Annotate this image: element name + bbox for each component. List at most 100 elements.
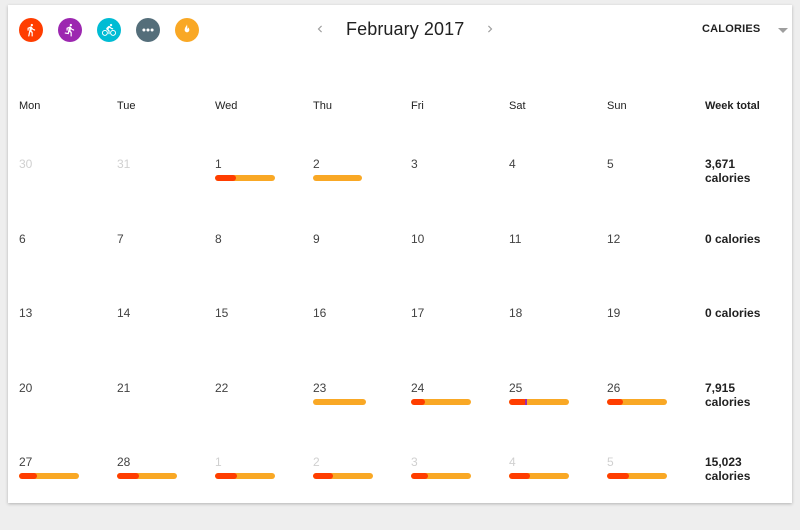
day-cell[interactable]: 16: [313, 306, 411, 381]
day-cell[interactable]: 5: [607, 455, 705, 530]
weekday-header-row: Mon Tue Wed Thu Fri Sat Sun Week total: [19, 100, 789, 120]
day-cell[interactable]: 21: [117, 381, 215, 456]
activity-bar: [19, 473, 79, 479]
day-number: 11: [509, 231, 522, 246]
next-month-button[interactable]: [478, 17, 502, 41]
day-cell[interactable]: 18: [509, 306, 607, 381]
walking-filter-button[interactable]: [19, 18, 43, 42]
day-cell[interactable]: 20: [19, 381, 117, 456]
calendar-grid: Mon Tue Wed Thu Fri Sat Sun Week total 3…: [19, 100, 789, 530]
weekday-header: Tue: [117, 100, 136, 112]
day-cell[interactable]: 30: [19, 157, 117, 232]
week-total: 15,023 calories: [705, 455, 751, 483]
day-cell[interactable]: 2: [313, 455, 411, 530]
month-navigation: February 2017: [308, 17, 502, 41]
day-cell[interactable]: 1: [215, 455, 313, 530]
walking-segment: [215, 175, 236, 181]
week-total: 7,915 calories: [705, 380, 751, 409]
day-cell[interactable]: 26: [607, 381, 705, 456]
day-cell[interactable]: 28: [117, 455, 215, 530]
day-number: 20: [19, 380, 33, 395]
day-cell[interactable]: 5: [607, 157, 705, 232]
day-cell[interactable]: 8: [215, 232, 313, 307]
other-activity-filter-button[interactable]: [136, 18, 160, 42]
day-cell[interactable]: 15: [215, 306, 313, 381]
flame-icon: [184, 24, 190, 33]
day-cell[interactable]: 9: [313, 232, 411, 307]
walking-segment: [607, 398, 623, 405]
day-number: 1: [215, 157, 222, 171]
day-number: 18: [509, 306, 523, 320]
day-number: 26: [607, 380, 621, 395]
walking-segment: [19, 473, 37, 479]
day-number: 28: [117, 455, 131, 469]
activity-bar: [215, 175, 275, 181]
walking-segment: [411, 398, 425, 405]
day-number: 10: [411, 231, 425, 246]
day-cell[interactable]: 6: [19, 232, 117, 307]
day-cell[interactable]: 27: [19, 455, 117, 530]
week-row: 6 7 8 9 10 11 12 0 calories: [19, 232, 789, 307]
weekday-header: Sat: [509, 100, 526, 112]
weekday-header: Sun: [607, 100, 627, 112]
day-cell[interactable]: 4: [509, 157, 607, 232]
day-cell[interactable]: 7: [117, 232, 215, 307]
day-cell[interactable]: 4: [509, 455, 607, 530]
day-cell[interactable]: 1: [215, 157, 313, 232]
walking-icon: [27, 23, 36, 37]
day-number: 14: [117, 306, 131, 320]
day-cell[interactable]: 10: [411, 232, 509, 307]
day-cell[interactable]: 11: [509, 232, 607, 307]
day-number: 2: [313, 455, 320, 469]
day-number: 3: [411, 455, 418, 469]
running-segment: [525, 398, 527, 405]
activity-bar: [117, 473, 177, 479]
month-title: February 2017: [346, 18, 465, 39]
week-total: 0 calories: [705, 306, 761, 320]
day-cell[interactable]: 25: [509, 381, 607, 456]
day-number: 3: [411, 157, 418, 171]
running-filter-button[interactable]: [58, 18, 82, 42]
walking-segment: [607, 473, 629, 479]
week-row: 13 14 15 16 17 18 19 0 calories: [19, 306, 789, 381]
weekday-header: Thu: [313, 100, 332, 112]
day-number: 12: [607, 231, 621, 246]
previous-month-button[interactable]: [308, 17, 332, 41]
day-cell[interactable]: 17: [411, 306, 509, 381]
activity-bar: [313, 398, 366, 405]
walking-segment: [313, 473, 333, 479]
activity-filter-bar: [19, 18, 199, 42]
more-icon: [142, 28, 154, 32]
day-cell[interactable]: 19: [607, 306, 705, 381]
day-cell[interactable]: 14: [117, 306, 215, 381]
week-row: 20 21 22 23 24 25 26 7,915 calories: [19, 381, 789, 456]
calendar-card: February 2017 CALORIES Mon Tue Wed Thu F…: [8, 5, 792, 503]
biking-filter-button[interactable]: [97, 18, 121, 42]
week-total: 3,671 calories: [705, 157, 751, 185]
day-number: 9: [313, 231, 320, 246]
day-cell[interactable]: 3: [411, 157, 509, 232]
day-cell[interactable]: 22: [215, 381, 313, 456]
day-number: 8: [215, 231, 222, 246]
day-cell[interactable]: 2: [313, 157, 411, 232]
day-number: 27: [19, 455, 33, 469]
day-cell[interactable]: 3: [411, 455, 509, 530]
day-number: 21: [117, 380, 131, 395]
activity-bar: [607, 473, 667, 479]
day-cell[interactable]: 24: [411, 381, 509, 456]
day-cell[interactable]: 13: [19, 306, 117, 381]
day-cell[interactable]: 31: [117, 157, 215, 232]
activity-bar: [509, 473, 569, 479]
calories-filter-button[interactable]: [175, 18, 199, 42]
week-row: 30 31 1 2 3 4 5 3,671 calories: [19, 157, 789, 232]
day-number: 25: [509, 380, 523, 395]
day-number: 5: [607, 157, 614, 171]
walking-segment: [411, 473, 428, 479]
activity-bar: [411, 398, 471, 405]
day-cell[interactable]: 12: [607, 232, 705, 307]
chevron-left-icon: [317, 25, 322, 33]
activity-bar: [313, 473, 373, 479]
day-number: 15: [215, 306, 229, 320]
metric-dropdown[interactable]: CALORIES: [702, 23, 789, 35]
day-cell[interactable]: 23: [313, 381, 411, 456]
